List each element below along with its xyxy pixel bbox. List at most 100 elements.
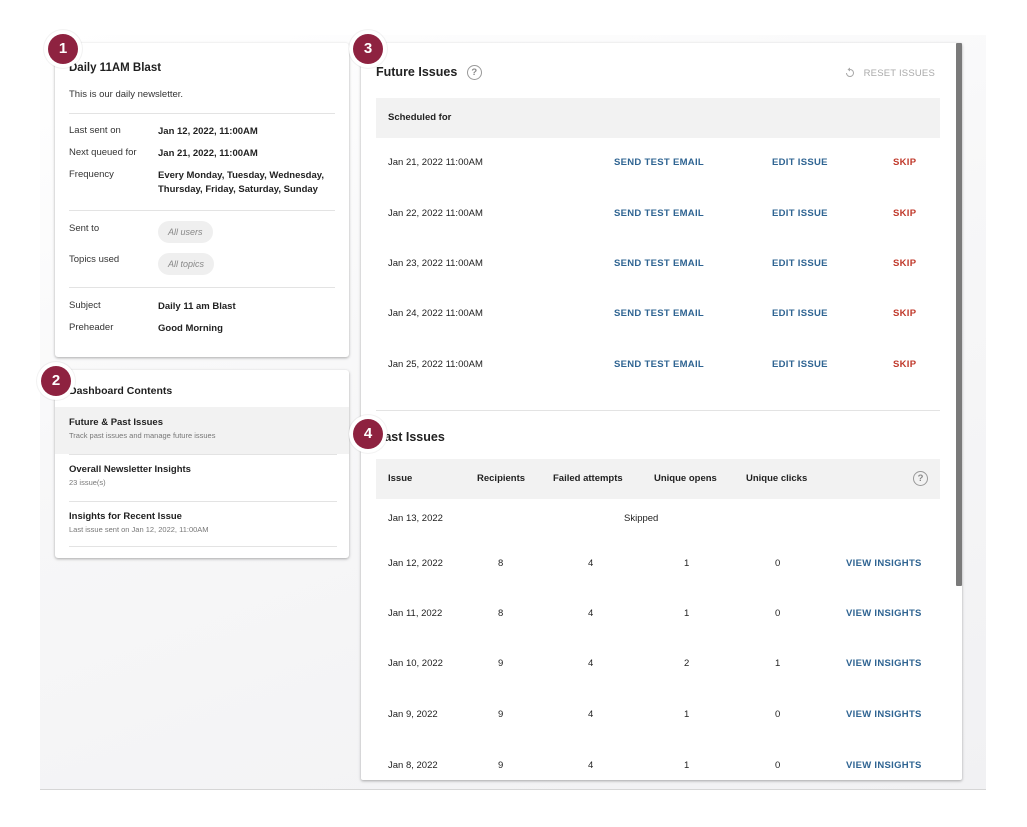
newsletter-description: This is our daily newsletter. <box>69 89 184 100</box>
last-sent-label: Last sent on <box>69 125 121 136</box>
divider <box>69 210 335 211</box>
sent-to-label: Sent to <box>69 223 100 234</box>
frequency-label: Frequency <box>69 169 114 180</box>
issue-date: Jan 12, 2022 <box>388 558 443 569</box>
skip-button[interactable]: SKIP <box>893 258 916 269</box>
scheduled-date: Jan 21, 2022 11:00AM <box>388 157 483 168</box>
scheduled-date: Jan 25, 2022 11:00AM <box>388 359 483 370</box>
reset-issues-button[interactable]: RESET ISSUES <box>844 67 935 79</box>
send-test-email-button[interactable]: SEND TEST EMAIL <box>614 359 704 370</box>
last-sent-value: Jan 12, 2022, 11:00AM <box>158 126 258 137</box>
step-marker-4: 4 <box>349 415 387 453</box>
recipients-header: Recipients <box>477 473 526 484</box>
unique-opens-value: 1 <box>684 608 690 619</box>
skip-button[interactable]: SKIP <box>893 308 916 319</box>
scheduled-for-header: Scheduled for <box>388 112 452 123</box>
past-issues-table-header: Issue Recipients Failed attempts Unique … <box>376 459 940 499</box>
preheader-value: Good Morning <box>158 323 223 334</box>
sent-to-chip: All users <box>158 221 213 243</box>
edit-issue-button[interactable]: EDIT ISSUE <box>772 157 828 168</box>
table-row: Jan 11, 2022 8 4 1 0 VIEW INSIGHTS <box>376 589 940 639</box>
scheduled-date: Jan 24, 2022 11:00AM <box>388 308 483 319</box>
step-marker-2: 2 <box>37 362 75 400</box>
failed-attempts-value: 4 <box>588 760 594 771</box>
nav-item-future-past-issues[interactable]: Future & Past Issues Track past issues a… <box>55 407 349 454</box>
dashboard-contents-card: Dashboard Contents Future & Past Issues … <box>55 370 349 558</box>
table-row: Jan 24, 2022 11:00AM SEND TEST EMAIL EDIT … <box>376 289 940 339</box>
table-row: Jan 8, 2022 9 4 1 0 VIEW INSIGHTS <box>376 741 940 791</box>
refresh-icon <box>845 67 854 78</box>
issue-date: Jan 11, 2022 <box>388 608 443 619</box>
topics-label: Topics used <box>69 254 120 265</box>
failed-attempts-header: Failed attempts <box>553 473 623 484</box>
scheduled-date: Jan 23, 2022 11:00AM <box>388 258 483 269</box>
step-marker-1: 1 <box>44 30 82 68</box>
unique-opens-value: 2 <box>684 658 690 669</box>
divider <box>69 287 335 288</box>
help-circle-icon[interactable]: ? <box>466 65 482 81</box>
nav-item-subtitle: Track past issues and manage future issu… <box>69 431 216 440</box>
nav-item-title: Insights for Recent Issue <box>69 511 182 522</box>
nav-item-subtitle: Last issue sent on Jan 12, 2022, 11:00AM <box>69 525 209 534</box>
skip-button[interactable]: SKIP <box>893 157 916 168</box>
divider <box>69 113 335 114</box>
edit-issue-button[interactable]: EDIT ISSUE <box>772 359 828 370</box>
recipients-value: 9 <box>498 709 504 720</box>
nav-item-subtitle: 23 issue(s) <box>69 478 106 487</box>
nav-item-overall-insights[interactable]: Overall Newsletter Insights 23 issue(s) <box>55 454 349 501</box>
step-number: 1 <box>48 34 78 64</box>
recipients-value: 8 <box>498 558 504 569</box>
table-row: Jan 23, 2022 11:00AM SEND TEST EMAIL EDIT … <box>376 239 940 289</box>
newsletter-title: Daily 11AM Blast <box>69 62 162 74</box>
skipped-label: Skipped <box>624 513 659 524</box>
skip-button[interactable]: SKIP <box>893 359 916 370</box>
issue-date: Jan 13, 2022 <box>388 513 443 524</box>
scheduled-date: Jan 22, 2022 11:00AM <box>388 208 483 219</box>
unique-clicks-value: 0 <box>775 709 781 720</box>
unique-clicks-value: 0 <box>775 558 781 569</box>
table-row: Jan 21, 2022 11:00AM SEND TEST EMAIL EDIT … <box>376 138 940 188</box>
view-insights-button[interactable]: VIEW INSIGHTS <box>846 608 922 619</box>
step-number: 4 <box>353 419 383 449</box>
divider <box>69 546 337 547</box>
scrollbar[interactable] <box>956 43 962 586</box>
view-insights-button[interactable]: VIEW INSIGHTS <box>846 760 922 771</box>
edit-issue-button[interactable]: EDIT ISSUE <box>772 258 828 269</box>
step-number: 2 <box>41 366 71 396</box>
nav-item-recent-insights[interactable]: Insights for Recent Issue Last issue sen… <box>55 501 349 548</box>
issue-header: Issue <box>388 473 413 484</box>
unique-clicks-value: 1 <box>775 658 781 669</box>
failed-attempts-value: 4 <box>588 558 594 569</box>
table-row: Jan 25, 2022 11:00AM SEND TEST EMAIL EDIT … <box>376 340 940 390</box>
divider <box>376 410 940 411</box>
table-row-skipped: Jan 13, 2022 Skipped <box>376 499 940 539</box>
help-circle-icon[interactable]: ? <box>913 471 928 486</box>
send-test-email-button[interactable]: SEND TEST EMAIL <box>614 308 704 319</box>
send-test-email-button[interactable]: SEND TEST EMAIL <box>614 157 704 168</box>
issue-date: Jan 9, 2022 <box>388 709 438 720</box>
nav-item-title: Overall Newsletter Insights <box>69 464 191 475</box>
table-row: Jan 9, 2022 9 4 1 0 VIEW INSIGHTS <box>376 690 940 740</box>
view-insights-button[interactable]: VIEW INSIGHTS <box>846 658 922 669</box>
table-row: Jan 12, 2022 8 4 1 0 VIEW INSIGHTS <box>376 539 940 589</box>
subject-value: Daily 11 am Blast <box>158 301 236 312</box>
topics-chip: All topics <box>158 253 215 275</box>
send-test-email-button[interactable]: SEND TEST EMAIL <box>614 258 704 269</box>
nav-item-title: Future & Past Issues <box>69 417 163 428</box>
edit-issue-button[interactable]: EDIT ISSUE <box>772 308 828 319</box>
view-insights-button[interactable]: VIEW INSIGHTS <box>846 558 922 569</box>
unique-opens-value: 1 <box>684 558 690 569</box>
unique-opens-header: Unique opens <box>654 473 717 484</box>
future-issues-heading: Future Issues ? <box>376 65 482 81</box>
step-number: 3 <box>353 34 383 64</box>
issue-date: Jan 8, 2022 <box>388 760 438 771</box>
skip-button[interactable]: SKIP <box>893 208 916 219</box>
issues-card: Future Issues ? RESET ISSUES Scheduled f… <box>361 43 962 780</box>
send-test-email-button[interactable]: SEND TEST EMAIL <box>614 208 704 219</box>
unique-clicks-value: 0 <box>775 760 781 771</box>
issue-date: Jan 10, 2022 <box>388 658 443 669</box>
edit-issue-button[interactable]: EDIT ISSUE <box>772 208 828 219</box>
future-issues-table-header: Scheduled for <box>376 98 940 138</box>
view-insights-button[interactable]: VIEW INSIGHTS <box>846 709 922 720</box>
recipients-value: 9 <box>498 658 504 669</box>
